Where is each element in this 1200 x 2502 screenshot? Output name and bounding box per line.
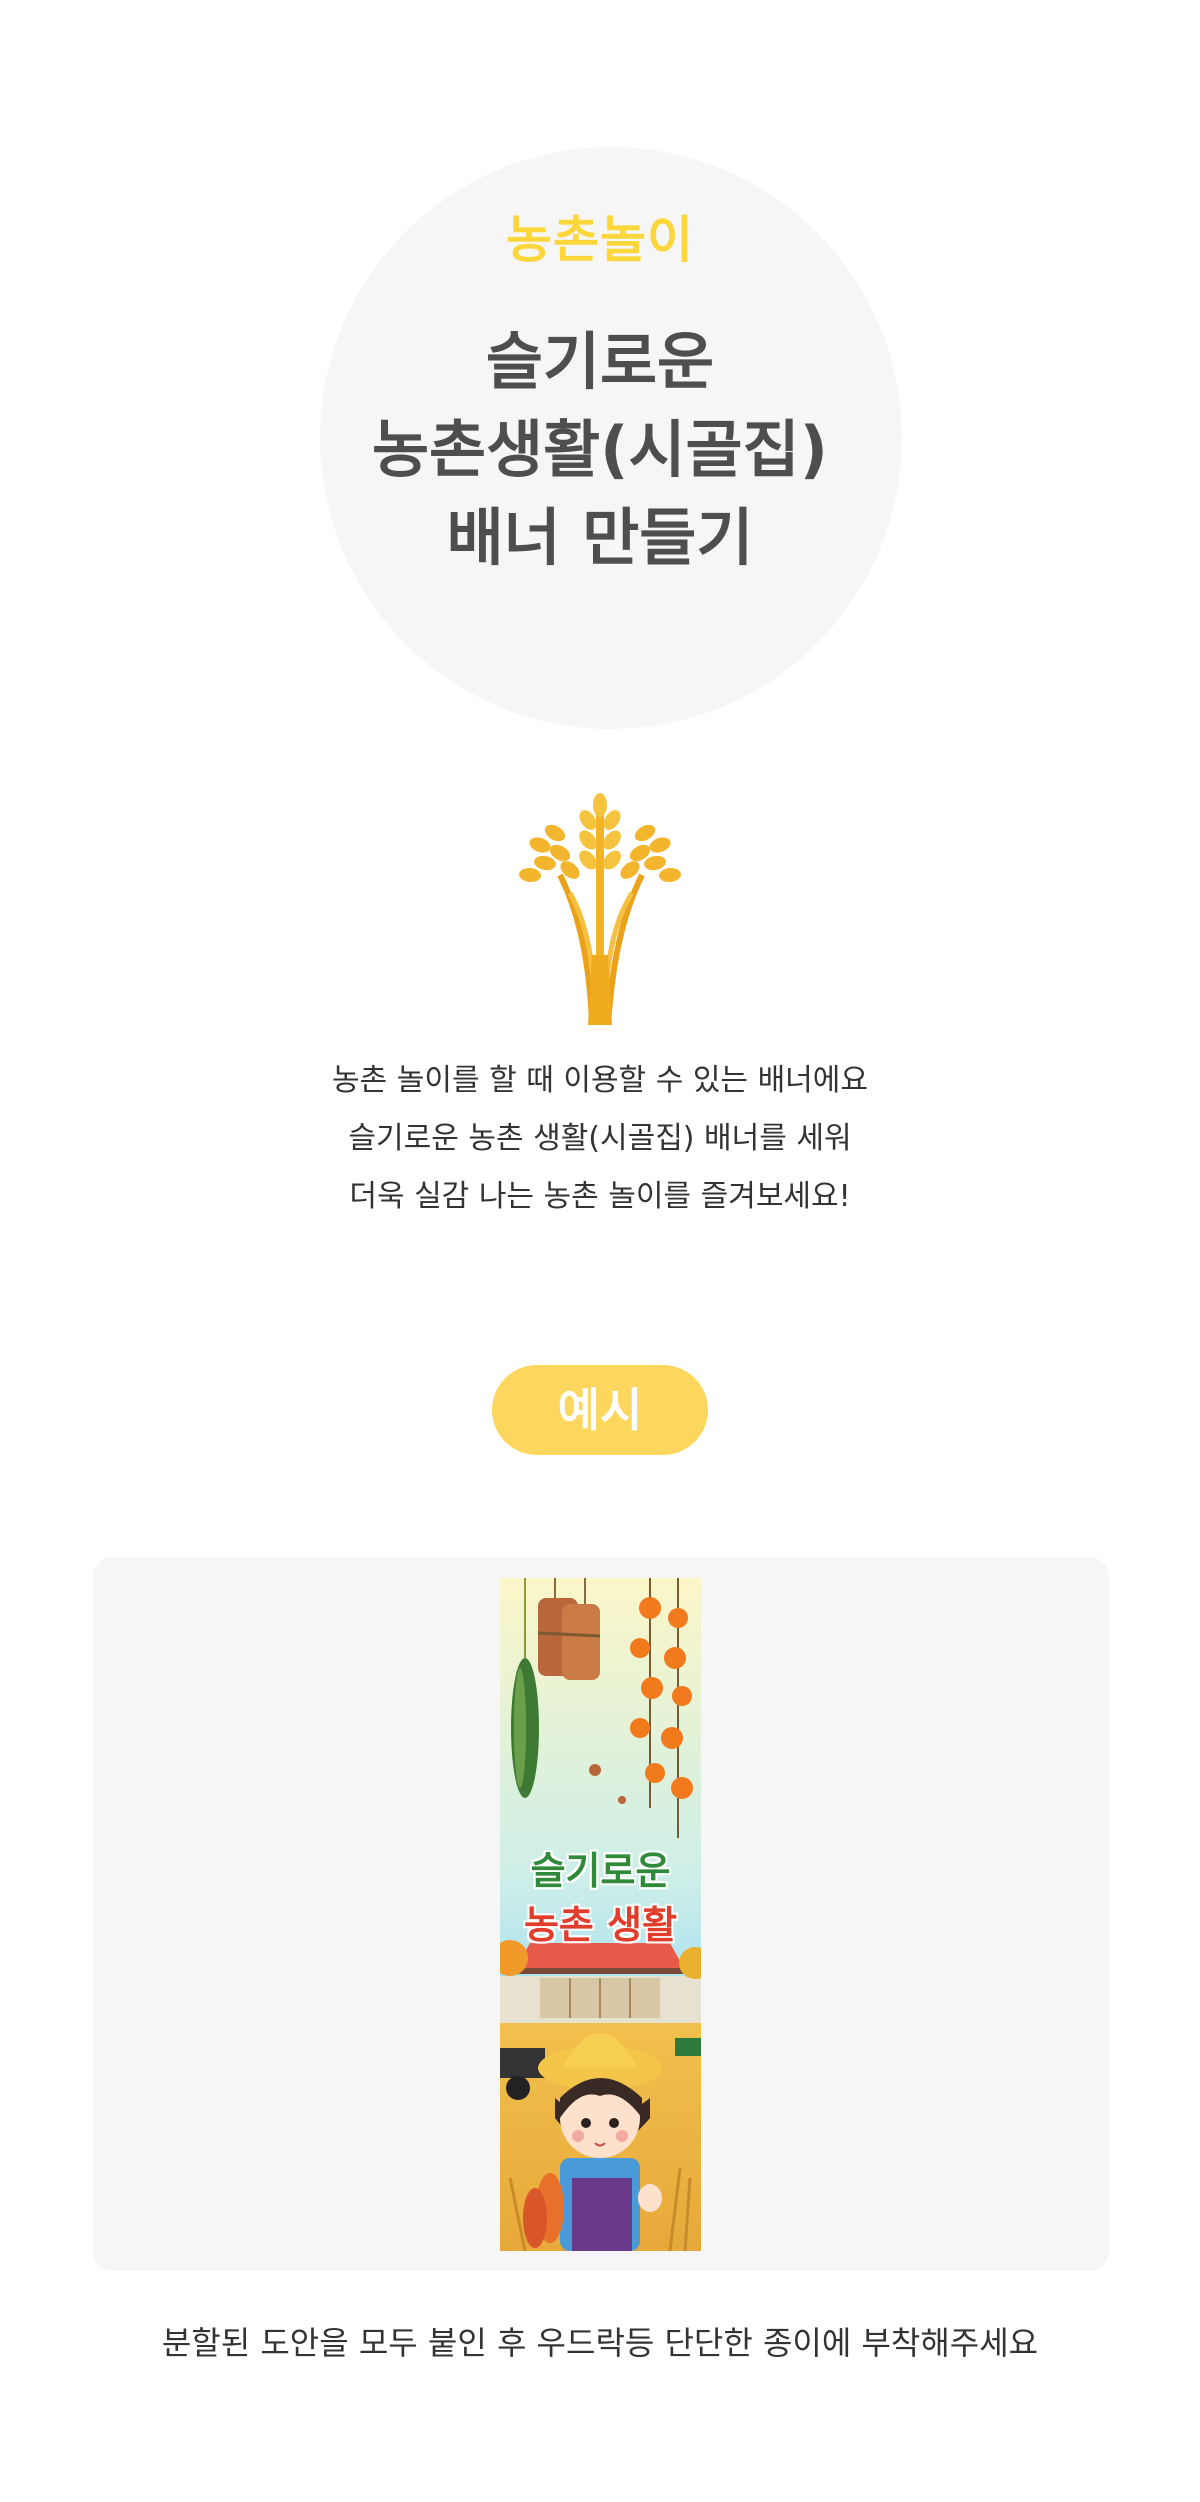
instruction-caption: 분할된 도안을 모두 붙인 후 우드락등 단단한 종이에 부착해주세요 [161,2324,1039,2362]
title-line-1: 슬기로운 [485,325,715,398]
description-line-3: 더욱 실감 나는 농촌 놀이를 즐겨보세요! [349,1179,851,1214]
example-banner-image: 슬기로운 농촌 생활 [500,1578,701,2251]
description-line-2: 슬기로운 농촌 생활(시골집) 배너를 세워 [348,1121,852,1156]
title-line-3: 배너 만들기 [446,501,754,574]
banner-title-line-1: 슬기로운 [530,1849,671,1893]
title-line-2: 농촌생활(시골집) [372,413,828,486]
description-line-1: 농촌 놀이를 할 때 이용할 수 있는 배너에요 [332,1063,868,1098]
example-label: 예시 [492,1365,708,1455]
page-title: 슬기로운 농촌생활(시골집) 배너 만들기 [0,318,1200,582]
description: 농촌 놀이를 할 때 이용할 수 있는 배너에요 슬기로운 농촌 생활(시골집)… [0,1052,1200,1226]
banner-title-line-2: 농촌 생활 [523,1903,678,1947]
category-label: 농촌놀이 [506,211,694,269]
wheat-icon [500,775,700,1026]
